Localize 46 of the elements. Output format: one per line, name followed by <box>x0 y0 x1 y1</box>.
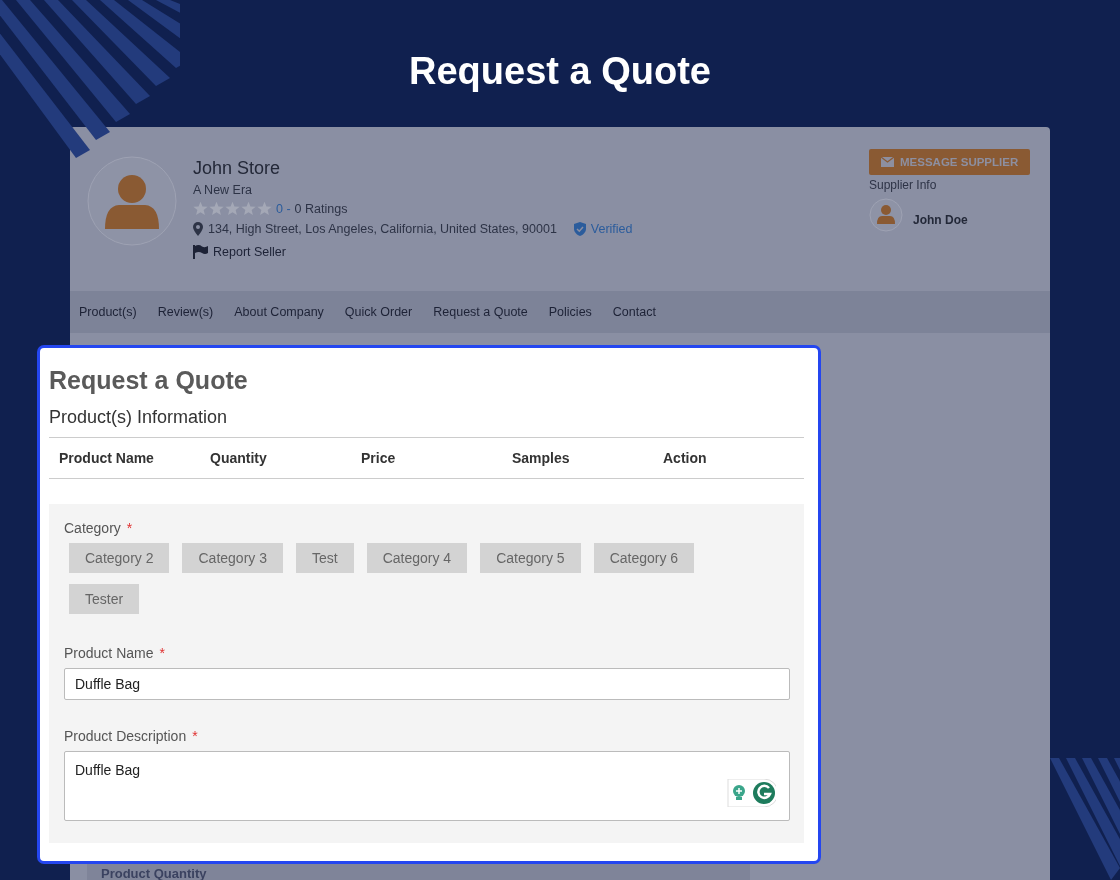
category-chip[interactable]: Test <box>295 543 354 573</box>
field-label: Product Description <box>64 728 187 745</box>
category-chip[interactable]: Category 2 <box>69 543 170 573</box>
nav-link[interactable]: About Company <box>234 305 324 319</box>
supplier-info-label: Supplier Info <box>869 178 938 192</box>
category-chip[interactable]: Tester <box>69 584 140 614</box>
required-mark: * <box>159 645 165 662</box>
avatar-icon <box>87 156 177 246</box>
flag-icon <box>193 245 209 259</box>
nav-link[interactable]: Review(s) <box>157 305 214 319</box>
envelope-icon <box>881 157 894 167</box>
supplier-name: John Doe <box>913 213 968 227</box>
required-mark: * <box>126 520 133 537</box>
field-label: Category <box>64 520 121 537</box>
category-chip[interactable]: Category 5 <box>480 543 581 573</box>
column-header: Action <box>663 450 708 466</box>
text-area[interactable]: Duffle Bag <box>64 751 790 821</box>
category-chip[interactable]: Category 3 <box>182 543 283 573</box>
shield-check-icon <box>573 222 586 236</box>
input-field[interactable]: Duffle Bag <box>64 668 790 700</box>
grammar-assistant-icon[interactable] <box>724 779 776 807</box>
report-seller-link[interactable]: Report Seller <box>213 245 286 259</box>
column-header: Price <box>361 450 397 466</box>
field-label: Product Quantity <box>101 866 207 880</box>
location-pin-icon <box>193 222 203 236</box>
nav-link[interactable]: Request a Quote <box>433 305 528 319</box>
nav-link[interactable]: Policies <box>548 305 592 319</box>
column-header: Samples <box>512 450 571 466</box>
store-name: John Store <box>193 158 282 179</box>
dialog-title: Request a Quote <box>49 365 249 396</box>
column-header: Quantity <box>210 450 268 466</box>
rating-count: 0 Ratings <box>294 201 348 216</box>
section-heading: Product(s) Information <box>49 406 804 438</box>
required-mark: * <box>192 728 198 745</box>
nav-link[interactable]: Quick Order <box>344 305 413 319</box>
category-chip[interactable]: Category 4 <box>366 543 468 573</box>
category-chip[interactable]: Category 6 <box>593 543 695 573</box>
store-tagline: A New Era <box>193 183 254 197</box>
nav-link[interactable]: Contact <box>612 305 656 319</box>
page-title: Request a Quote <box>408 49 712 94</box>
rating-value[interactable]: 0 - <box>276 201 291 216</box>
verified-link[interactable]: Verified <box>590 222 633 236</box>
store-address: 134, High Street, Los Angeles, California, United States, 90001 <box>208 222 557 236</box>
nav-link[interactable]: Product(s) <box>79 305 137 319</box>
column-header: Product Name <box>59 450 155 466</box>
field-label: Product Name <box>64 645 154 662</box>
